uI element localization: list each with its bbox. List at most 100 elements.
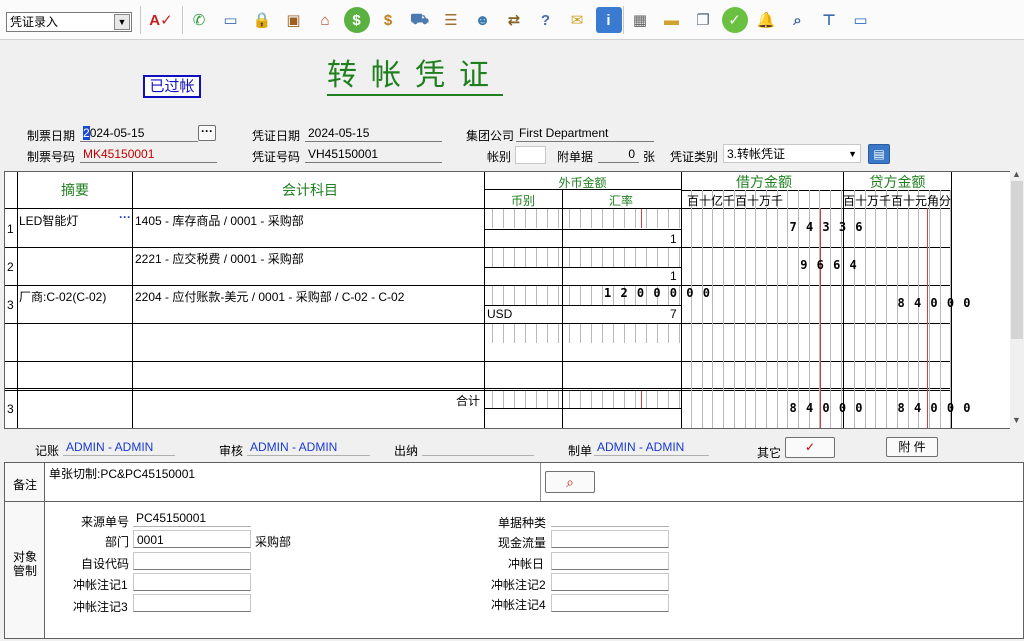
monitor-icon[interactable]: ▭ <box>848 7 874 33</box>
digit-cell-line <box>734 190 735 428</box>
dollar-icon[interactable]: $ <box>343 7 370 33</box>
grid-scrollbar[interactable]: ▲ ▼ <box>1010 169 1024 429</box>
summary-lookup-button[interactable]: ··· <box>119 210 131 224</box>
doc-type-field[interactable] <box>551 509 669 527</box>
search-icon[interactable]: ⌕ <box>785 7 811 33</box>
made-date-cursor: 2 <box>83 126 90 140</box>
total-row-number: 3 <box>7 402 14 416</box>
foreign-subrow-line <box>484 267 681 268</box>
row-summary[interactable]: 厂商:C-02(C-02) <box>19 288 106 305</box>
computer-icon[interactable]: ▭ <box>218 7 244 33</box>
writeoff4-field[interactable] <box>551 594 669 612</box>
help-doc-icon[interactable]: ? <box>533 7 559 33</box>
digit-cell-line <box>547 248 548 267</box>
custom-code-field[interactable] <box>133 552 251 570</box>
made-no-field[interactable]: MK45150001 <box>80 145 217 163</box>
row-currency[interactable]: USD <box>487 307 512 321</box>
scrollbar-thumb[interactable] <box>1011 181 1023 339</box>
chevron-down-icon[interactable]: ▼ <box>114 14 130 30</box>
writeoff-date-field[interactable] <box>551 552 669 570</box>
bookkeeper-field: ADMIN - ADMIN <box>63 438 175 456</box>
writeoff2-field[interactable] <box>551 573 669 591</box>
folder-icon[interactable]: ▬ <box>659 7 685 33</box>
department-code-field[interactable]: 0001 <box>133 530 251 548</box>
row-debit[interactable]: 7 4 3 3 6 <box>790 220 864 234</box>
link-icon[interactable]: ⇄ <box>501 7 527 33</box>
money-bag-icon[interactable]: $ <box>375 7 401 33</box>
account-book-field[interactable] <box>515 146 546 164</box>
bell-icon[interactable]: 🔔 <box>753 7 779 33</box>
header-account: 会计科目 <box>282 182 338 198</box>
digit-cell-line <box>525 248 526 267</box>
date-picker-button[interactable]: ··· <box>198 125 216 141</box>
mode-select[interactable]: 凭证录入 ▼ <box>6 12 132 32</box>
digit-cell-line <box>569 391 570 408</box>
digit-cell-line <box>558 248 559 267</box>
voucher-date-field[interactable]: 2024-05-15 <box>305 124 442 142</box>
writeoff1-field[interactable] <box>133 573 251 591</box>
clipboard-icon[interactable]: ☰ <box>438 7 464 33</box>
digit-cell-line <box>547 391 548 408</box>
cash-flow-field[interactable] <box>551 530 669 548</box>
digit-cell-line <box>624 248 625 267</box>
source-no-field[interactable]: PC45150001 <box>133 509 251 527</box>
row-rate[interactable]: 7 <box>670 307 677 321</box>
posted-stamp: 已过帐 <box>143 75 201 98</box>
calculator-icon[interactable]: ▦ <box>627 7 653 33</box>
row-debit[interactable]: 9 6 6 4 <box>800 258 858 272</box>
digit-cell-line <box>591 248 592 267</box>
mail-icon[interactable]: ✉ <box>564 7 590 33</box>
writeoff3-field[interactable] <box>133 594 251 612</box>
row-credit[interactable]: 8 4 0 0 0 <box>898 296 972 310</box>
digit-cell-line <box>591 209 592 228</box>
attach-button[interactable]: 附 件 <box>886 437 938 457</box>
group-company-field[interactable]: First Department <box>516 124 654 142</box>
digit-cell-line <box>657 248 658 267</box>
phone-icon[interactable]: ✆ <box>186 7 212 33</box>
toolbar-separator <box>182 6 183 34</box>
remark-text[interactable]: 单张切制:PC&PC45150001 <box>49 465 195 482</box>
digit-cell-line <box>503 248 504 267</box>
users-icon[interactable]: ☻ <box>470 7 496 33</box>
scroll-down-icon[interactable]: ▼ <box>1012 415 1021 425</box>
row-foreign-amount[interactable]: 1 2 0 0 0 0 0 <box>604 286 711 300</box>
other-check-button[interactable]: ✓ <box>785 437 835 458</box>
digit-cell-line <box>635 324 636 343</box>
digit-cell-line <box>536 324 537 343</box>
chevron-down-icon[interactable]: ▼ <box>848 145 857 162</box>
zoom-search-icon[interactable]: ⌕ <box>545 471 595 493</box>
digit-cell-line <box>547 209 548 228</box>
row-rate[interactable]: 1 <box>670 232 677 246</box>
digit-cell-line <box>635 391 636 408</box>
org-tree-icon[interactable]: ⊤ <box>816 7 842 33</box>
voucher-no-field[interactable]: VH45150001 <box>305 145 442 163</box>
lock-icon[interactable]: 🔒 <box>249 7 275 33</box>
cart-icon[interactable]: ⛟ <box>407 7 433 33</box>
briefcase-icon[interactable]: ▣ <box>281 7 307 33</box>
digit-cell-line <box>525 391 526 408</box>
check-icon[interactable]: ✓ <box>721 7 748 33</box>
digit-cell-line <box>745 190 746 428</box>
bookkeeper-label: 记账 <box>35 444 60 458</box>
row-account[interactable]: 1405 - 库存商品 / 0001 - 采购部 <box>135 212 304 229</box>
info-icon[interactable]: i <box>595 7 622 33</box>
digit-cell-line <box>646 391 647 408</box>
digit-cell-line <box>569 324 570 343</box>
row-summary[interactable]: LED智能灯 <box>19 212 78 229</box>
voucher-type-select[interactable]: 3.转帐凭证 ▼ <box>723 144 861 163</box>
spellcheck-icon[interactable]: A✓ <box>148 7 174 33</box>
row-account[interactable]: 2221 - 应交税费 / 0001 - 采购部 <box>135 250 304 267</box>
copy-icon[interactable]: ❐ <box>690 7 716 33</box>
digit-cell-line <box>580 391 581 408</box>
attachments-field[interactable]: 0 <box>598 145 639 163</box>
group-company-label: 集团公司 <box>466 129 515 143</box>
row-rate[interactable]: 1 <box>670 269 677 283</box>
calendar-icon[interactable]: ▤ <box>868 144 890 164</box>
digit-cell-line <box>602 286 603 305</box>
home-icon[interactable]: ⌂ <box>312 7 338 33</box>
digit-cell-line <box>723 190 724 428</box>
row-account[interactable]: 2204 - 应付账款-美元 / 0001 - 采购部 / C-02 - C-0… <box>135 288 404 305</box>
made-date-field[interactable]: 2024-05-15 <box>80 124 198 142</box>
scroll-up-icon[interactable]: ▲ <box>1012 169 1021 179</box>
digit-cell-line <box>865 190 866 428</box>
